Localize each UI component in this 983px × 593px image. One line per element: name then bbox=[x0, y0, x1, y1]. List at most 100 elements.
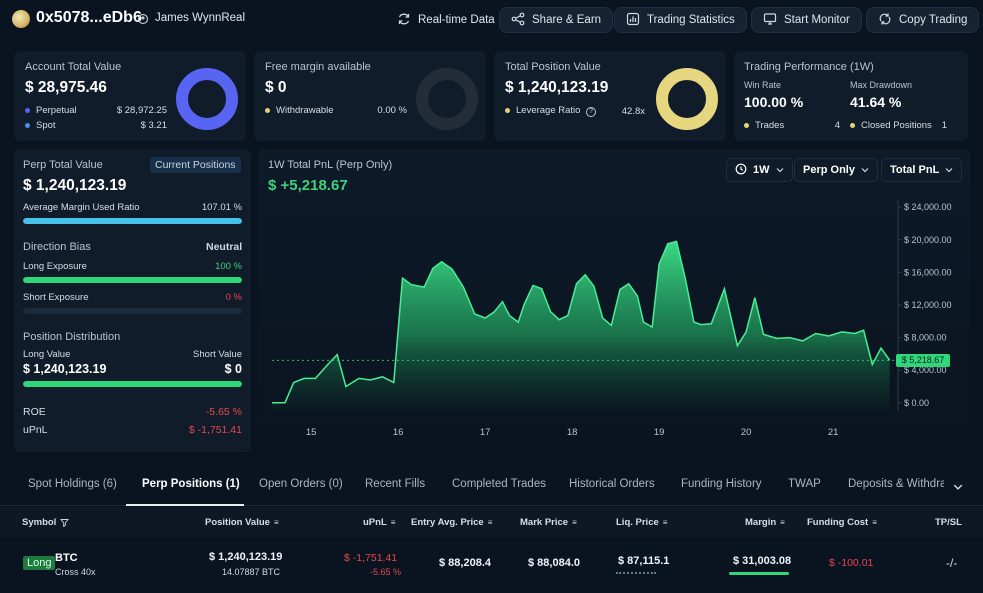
tab-recent-fills[interactable]: Recent Fills bbox=[365, 478, 425, 490]
col-position-value[interactable]: Position Value ≡ bbox=[205, 517, 279, 528]
y-tick-label: $ 24,000.00 bbox=[904, 202, 952, 212]
long-exposure-row: Long Exposure 100 % bbox=[23, 261, 242, 272]
col-tpsl: TP/SL bbox=[935, 517, 962, 528]
refresh-icon bbox=[397, 12, 411, 29]
direction-bias-label: Direction Bias bbox=[23, 241, 91, 253]
col-upnl-label: uPnL bbox=[363, 517, 387, 528]
closed-positions-label: Closed Positions bbox=[861, 120, 932, 131]
col-margin[interactable]: Margin ≡ bbox=[745, 517, 785, 528]
long-exposure-label: Long Exposure bbox=[23, 261, 87, 272]
col-mark-price[interactable]: Mark Price ≡ bbox=[520, 517, 577, 528]
funding-cost-cell: $ -100.01 bbox=[829, 557, 874, 569]
sort-icon: ≡ bbox=[572, 518, 577, 527]
perpetual-dot bbox=[25, 107, 30, 113]
col-symbol[interactable]: Symbol bbox=[22, 517, 70, 528]
trading-performance-card: Trading Performance (1W) Win Rate 100.00… bbox=[734, 51, 968, 141]
side-badge: Long bbox=[23, 556, 56, 570]
copy-trading-label: Copy Trading bbox=[899, 14, 968, 26]
start-monitor-button[interactable]: Start Monitor bbox=[751, 7, 862, 33]
tpsl-cell[interactable]: -/- bbox=[946, 556, 957, 570]
col-entry-price[interactable]: Entry Avg. Price ≡ bbox=[411, 517, 492, 528]
pnl-area-chart[interactable]: $ 24,000.00 $ 20,000.00 $ 16,000.00 $ 12,00… bbox=[258, 149, 970, 452]
leverage-value: 42.8x bbox=[621, 105, 645, 117]
y-tick-label: $ 12,000.00 bbox=[904, 300, 952, 310]
perpetual-label: Perpetual bbox=[36, 105, 77, 116]
long-value: $ 1,240,123.19 bbox=[23, 362, 107, 376]
share-earn-button[interactable]: Share & Earn bbox=[499, 7, 614, 33]
tab-deposits-withdraw[interactable]: Deposits & Withdraw bbox=[848, 478, 944, 490]
position-value: $ 1,240,123.19 bbox=[209, 551, 283, 563]
share-icon bbox=[511, 12, 525, 29]
share-earn-label: Share & Earn bbox=[532, 14, 602, 26]
long-exposure-value: 100 % bbox=[215, 261, 242, 272]
mark-price-cell: $ 88,084.0 bbox=[528, 557, 580, 569]
stats-icon bbox=[626, 12, 640, 29]
x-tick-label: 21 bbox=[828, 427, 839, 438]
avg-margin-value: 107.01 % bbox=[201, 202, 242, 213]
tab-funding-history[interactable]: Funding History bbox=[681, 478, 762, 490]
trading-statistics-button[interactable]: Trading Statistics bbox=[614, 7, 747, 33]
short-exposure-label: Short Exposure bbox=[23, 292, 89, 303]
current-positions-badge[interactable]: Current Positions bbox=[150, 157, 241, 173]
roe-label: ROE bbox=[23, 406, 46, 418]
realtime-data-button[interactable]: Real-time Data bbox=[386, 7, 506, 33]
info-icon[interactable]: ? bbox=[586, 107, 597, 117]
distribution-values-row: $ 1,240,123.19 $ 0 bbox=[23, 362, 242, 376]
sort-icon: ≡ bbox=[390, 518, 396, 527]
tab-open-orders[interactable]: Open Orders (0) bbox=[259, 478, 343, 490]
account-total-value: $ 28,975.46 bbox=[25, 79, 107, 96]
spot-label: Spot bbox=[36, 120, 56, 131]
col-funding-cost[interactable]: Funding Cost ≡ bbox=[807, 517, 877, 528]
spot-row: Spot $ 3.21 bbox=[25, 120, 167, 131]
distribution-labels-row: Long Value Short Value bbox=[23, 349, 242, 360]
x-tick-label: 15 bbox=[306, 427, 317, 438]
margin-cell: $ 31,003.08 bbox=[733, 555, 792, 567]
tabs-more-chevron-icon[interactable] bbox=[953, 482, 963, 492]
win-rate-value: 100.00 % bbox=[744, 94, 804, 110]
upnl-pct-cell: -5.65 % bbox=[370, 567, 402, 577]
account-donut bbox=[176, 68, 238, 130]
tab-completed-trades[interactable]: Completed Trades bbox=[452, 478, 546, 490]
copy-trading-button[interactable]: Copy Trading bbox=[866, 7, 980, 33]
col-liq-price-label: Liq. Price bbox=[616, 517, 659, 528]
free-margin-value: $ 0 bbox=[265, 79, 287, 96]
copy-trading-icon bbox=[878, 12, 892, 29]
y-tick-label: $ 8,000.00 bbox=[904, 333, 947, 343]
pnl-area-fill bbox=[272, 241, 890, 411]
tab-historical-orders[interactable]: Historical Orders bbox=[569, 478, 655, 490]
table-row[interactable]: Long BTC Cross 40x $ 1,240,123.19 14.078… bbox=[0, 540, 983, 593]
trading-statistics-label: Trading Statistics bbox=[647, 14, 735, 26]
perpetual-row: Perpetual $ 28,972.25 bbox=[25, 105, 167, 116]
wallet-address[interactable]: 0x5078...eDb6 bbox=[36, 9, 142, 27]
current-value-tag: $ 5,218.67 bbox=[896, 353, 950, 367]
col-margin-label: Margin bbox=[745, 517, 777, 528]
tab-spot-holdings[interactable]: Spot Holdings (6) bbox=[28, 478, 117, 490]
x-tick-label: 17 bbox=[480, 427, 491, 438]
trades-row: Trades 4 bbox=[744, 120, 840, 131]
upnl-cell: $ -1,751.41 bbox=[344, 552, 398, 564]
margin-bar bbox=[729, 572, 789, 575]
col-mark-price-label: Mark Price bbox=[520, 517, 569, 528]
total-position-card: Total Position Value $ 1,240,123.19 Leve… bbox=[494, 51, 726, 141]
sort-icon: ≡ bbox=[662, 518, 668, 527]
col-tpsl-label: TP/SL bbox=[935, 517, 962, 528]
position-donut bbox=[656, 68, 718, 130]
active-tab-indicator bbox=[126, 504, 244, 506]
col-entry-price-label: Entry Avg. Price bbox=[411, 517, 484, 528]
avg-margin-label: Average Margin Used Ratio bbox=[23, 202, 140, 213]
y-tick-label: $ 16,000.00 bbox=[904, 267, 952, 277]
col-funding-cost-label: Funding Cost bbox=[807, 517, 869, 528]
closed-positions-value: 1 bbox=[941, 120, 947, 131]
total-position-value: $ 1,240,123.19 bbox=[505, 79, 609, 96]
col-liq-price[interactable]: Liq. Price ≡ bbox=[616, 517, 667, 528]
col-upnl[interactable]: uPnL ≡ bbox=[363, 517, 395, 528]
tab-perp-positions[interactable]: Perp Positions (1) bbox=[142, 478, 240, 490]
spot-value: $ 3.21 bbox=[140, 120, 167, 131]
withdrawable-dot bbox=[265, 107, 270, 113]
perp-total-value: $ 1,240,123.19 bbox=[23, 177, 127, 194]
total-position-title: Total Position Value bbox=[505, 61, 601, 73]
roe-value: -5.65 % bbox=[205, 406, 242, 418]
leverage-dot bbox=[505, 107, 510, 113]
tab-twap[interactable]: TWAP bbox=[788, 478, 821, 490]
sort-icon: ≡ bbox=[273, 518, 279, 527]
